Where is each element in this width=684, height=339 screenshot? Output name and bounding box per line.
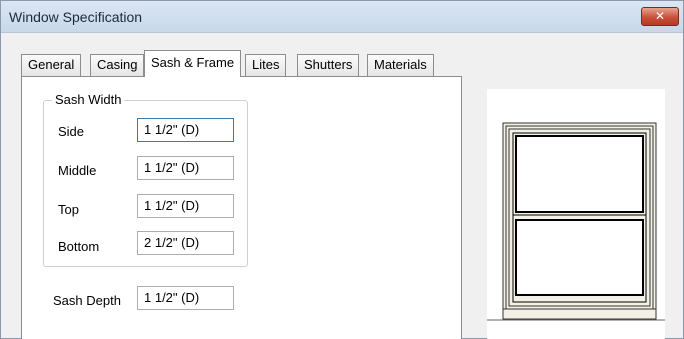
top-input[interactable]: 1 1/2" (D)	[137, 194, 234, 218]
dialog-title: Window Specification	[9, 9, 143, 25]
title-bar[interactable]: Window Specification ✕	[1, 1, 683, 33]
middle-label: Middle	[58, 163, 97, 178]
tab-general[interactable]: General	[21, 54, 82, 76]
side-label: Side	[58, 124, 85, 139]
sash-width-legend: Sash Width	[52, 92, 125, 107]
bottom-label: Bottom	[58, 239, 100, 254]
top-label: Top	[58, 202, 79, 217]
tab-lites[interactable]: Lites	[245, 54, 287, 76]
close-button[interactable]: ✕	[641, 7, 679, 26]
middle-input[interactable]: 1 1/2" (D)	[137, 156, 234, 180]
dialog-window: Window Specification ✕ General Casing Sa…	[0, 0, 684, 339]
tab-sash-frame[interactable]: Sash & Frame	[144, 50, 242, 77]
close-icon: ✕	[654, 9, 666, 23]
tab-materials[interactable]: Materials	[367, 54, 434, 76]
sash-depth-label: Sash Depth	[53, 293, 121, 308]
window-preview	[487, 89, 665, 339]
bottom-input[interactable]: 2 1/2" (D)	[137, 231, 234, 255]
sash-depth-input[interactable]: 1 1/2" (D)	[137, 286, 234, 310]
window-preview-drawing	[487, 122, 665, 321]
tab-casing[interactable]: Casing	[90, 54, 145, 76]
tab-shutters[interactable]: Shutters	[297, 54, 360, 76]
side-input[interactable]: 1 1/2" (D)	[137, 118, 234, 142]
